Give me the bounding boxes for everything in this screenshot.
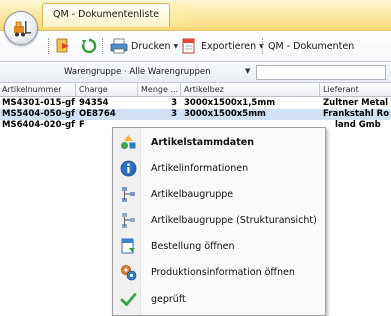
checkmark-icon: [120, 293, 137, 306]
shapes-icon: [121, 135, 136, 149]
print-label: Drucken: [131, 40, 171, 52]
context-menu: Artikelstammdaten Artikelinformationen A…: [112, 127, 326, 316]
column-divider[interactable]: [137, 83, 138, 97]
filter-bar: Warengruppe · Alle Warengruppen ▼: [0, 62, 391, 83]
grid-header: Artikelnummer Charge Menge ... Artikelbe…: [0, 83, 391, 97]
menu-item-label: Artikelbaugruppe: [151, 189, 234, 200]
export-label: Exportieren: [201, 40, 257, 52]
cell-lieferant: land Gmb: [335, 120, 381, 130]
cell-artikelbez: 3000x1500x1,5mm: [184, 98, 276, 108]
cell-artikelnummer: MS6404-020-gf: [2, 120, 75, 130]
printer-icon: [110, 38, 128, 54]
menu-item-label: Produktionsinformation öffnen: [151, 267, 295, 278]
forklift-logo-icon: [14, 21, 31, 37]
nav-forward-button[interactable]: [55, 36, 73, 56]
menu-item-label: Artikelinformationen: [151, 163, 249, 174]
cell-charge: OE8764: [79, 109, 116, 119]
cell-lieferant: Frankstahl Ro: [323, 109, 390, 119]
cell-charge: 94354: [79, 98, 109, 108]
menu-item-produktionsinformation[interactable]: Produktionsinformation öffnen: [114, 261, 325, 284]
menu-item-artikelbaugruppe-struktur[interactable]: Artikelbaugruppe (Strukturansicht): [114, 209, 325, 232]
filter-dropdown-icon[interactable]: ▼: [245, 67, 250, 75]
table-row[interactable]: MS5404-050-gf OE8764 3 3000x1500x5mm Fra…: [0, 109, 391, 120]
menu-item-artikelinformationen[interactable]: Artikelinformationen: [114, 157, 325, 180]
toolbar-separator: [102, 38, 103, 54]
warengruppe-filter-label: Warengruppe · Alle Warengruppen: [64, 67, 211, 77]
column-header-artikelnummer[interactable]: Artikelnummer: [2, 85, 72, 94]
cell-artikelnummer: MS5404-050-gf: [2, 109, 75, 119]
application-menu-button[interactable]: [4, 11, 38, 45]
info-icon: [120, 160, 137, 177]
menu-item-label: geprüft: [151, 294, 186, 305]
column-divider[interactable]: [75, 83, 76, 97]
document-arrow-icon: [56, 38, 69, 53]
column-header-artikelbez[interactable]: Artikelbez: [184, 85, 259, 94]
cell-artikelbez: 3000x1500x5mm: [184, 109, 266, 119]
refresh-button[interactable]: [80, 36, 98, 56]
toolbar-separator: [48, 38, 49, 54]
cell-menge: 3: [171, 98, 177, 108]
document-tab[interactable]: QM - Dokumentenliste: [42, 3, 171, 27]
menu-item-label: Artikelstammdaten: [151, 137, 254, 148]
qm-documents-button[interactable]: QM - Dokumenten: [268, 36, 354, 56]
menu-item-geprueft[interactable]: geprüft: [114, 288, 325, 311]
export-button[interactable]: Exportieren ▼: [180, 36, 264, 56]
menu-item-artikelstammdaten[interactable]: Artikelstammdaten: [114, 131, 325, 154]
menu-item-label: Bestellung öffnen: [151, 241, 235, 252]
menu-item-artikelbaugruppe[interactable]: Artikelbaugruppe: [114, 183, 325, 206]
column-divider[interactable]: [180, 83, 181, 97]
toolbar-separator: [262, 38, 263, 54]
export-document-icon: [182, 38, 195, 54]
filter-search-input[interactable]: [256, 65, 386, 80]
production-icon: [121, 265, 137, 281]
column-divider[interactable]: [319, 83, 320, 97]
document-tab-label: QM - Dokumentenliste: [53, 9, 160, 20]
title-bar: QM - Dokumentenliste: [0, 0, 391, 31]
cell-menge: 3: [171, 109, 177, 119]
assembly-tree-icon: [122, 213, 135, 228]
column-header-lieferant[interactable]: Lieferant: [323, 85, 389, 94]
column-header-charge[interactable]: Charge: [79, 85, 134, 94]
table-row[interactable]: MS4301-015-gf 94354 3 3000x1500x1,5mm Zu…: [0, 98, 391, 109]
menu-item-label: Artikelbaugruppe (Strukturansicht): [151, 215, 317, 226]
assembly-icon: [122, 187, 135, 202]
cell-artikelnummer: MS4301-015-gf: [2, 98, 75, 108]
qm-documents-label: QM - Dokumenten: [268, 40, 355, 52]
ribbon-toolbar: Drucken ▼ Exportieren ▼ QM - Dokumenten: [0, 31, 391, 62]
order-icon: [121, 238, 135, 254]
print-button[interactable]: Drucken ▼: [110, 36, 178, 56]
menu-item-bestellung-oeffnen[interactable]: Bestellung öffnen: [114, 235, 325, 258]
column-header-menge[interactable]: Menge ...: [141, 85, 178, 94]
refresh-icon: [81, 38, 97, 54]
cell-lieferant: Zultner Metal: [323, 98, 389, 108]
chevron-down-icon: ▼: [173, 42, 179, 50]
